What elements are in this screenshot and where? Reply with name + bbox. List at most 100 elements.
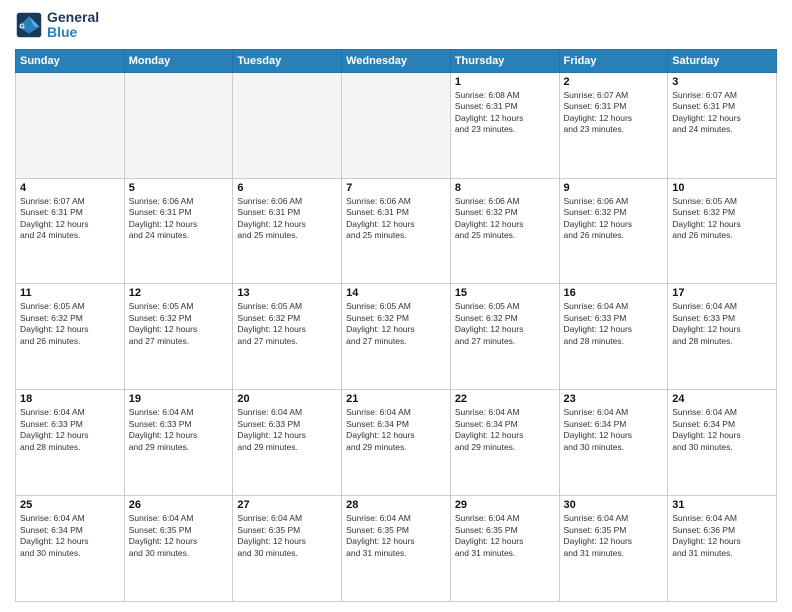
- day-number: 23: [564, 393, 664, 405]
- day-number: 9: [564, 182, 664, 194]
- col-thursday: Thursday: [450, 49, 559, 72]
- day-info: Sunrise: 6:04 AM Sunset: 6:35 PM Dayligh…: [455, 513, 555, 559]
- logo-line1: General: [47, 10, 99, 25]
- day-number: 16: [564, 287, 664, 299]
- calendar-cell: 21Sunrise: 6:04 AM Sunset: 6:34 PM Dayli…: [342, 390, 451, 496]
- calendar-cell: 13 Sunrise: 6:05 AM Sunset: 6:32 PM Dayli…: [233, 284, 342, 390]
- calendar-cell: 27 Sunrise: 6:04 AM Sunset: 6:35 PM Dayli…: [233, 496, 342, 602]
- calendar-cell: 3Sunrise: 6:07 AM Sunset: 6:31 PM Daylig…: [668, 72, 777, 178]
- day-number: 5: [129, 182, 229, 194]
- day-info: Sunrise: 6:04 AM Sunset: 6:35 PM Dayligh…: [346, 513, 446, 559]
- day-info: Sunrise: 6:05 AM Sunset: 6:32 PM Dayligh…: [672, 196, 772, 242]
- day-info: Sunrise: 6:04 AM Sunset: 6:35 PM Dayligh…: [237, 513, 337, 559]
- calendar-cell: 29 Sunrise: 6:04 AM Sunset: 6:35 PM Dayli…: [450, 496, 559, 602]
- calendar-cell: 31 Sunrise: 6:04 AM Sunset: 6:36 PM Dayli…: [668, 496, 777, 602]
- day-number: 4: [20, 182, 120, 194]
- day-number: 26: [129, 499, 229, 511]
- logo-line2: Blue: [47, 25, 99, 40]
- day-number: 13: [237, 287, 337, 299]
- day-number: 29: [455, 499, 555, 511]
- calendar-cell: 16 Sunrise: 6:04 AM Sunset: 6:33 PM Dayli…: [559, 284, 668, 390]
- calendar-cell: 23 Sunrise: 6:04 AM Sunset: 6:34 PM Dayli…: [559, 390, 668, 496]
- calendar-cell: 10 Sunrise: 6:05 AM Sunset: 6:32 PM Dayli…: [668, 178, 777, 284]
- calendar-cell: 19 Sunrise: 6:04 AM Sunset: 6:33 PM Dayli…: [124, 390, 233, 496]
- calendar-cell: [233, 72, 342, 178]
- day-info: Sunrise: 6:06 AM Sunset: 6:32 PM Dayligh…: [455, 196, 555, 242]
- calendar-cell: 14 Sunrise: 6:05 AM Sunset: 6:32 PM Dayli…: [342, 284, 451, 390]
- day-info: Sunrise: 6:04 AM Sunset: 6:33 PM Dayligh…: [672, 301, 772, 347]
- day-info: Sunrise: 6:05 AM Sunset: 6:32 PM Dayligh…: [455, 301, 555, 347]
- logo: G General Blue: [15, 10, 99, 41]
- day-info: Sunrise: 6:04 AM Sunset: 6:34 PM Dayligh…: [672, 407, 772, 453]
- day-number: 18: [20, 393, 120, 405]
- calendar-cell: 22Sunrise: 6:04 AM Sunset: 6:34 PM Dayli…: [450, 390, 559, 496]
- calendar-cell: 28Sunrise: 6:04 AM Sunset: 6:35 PM Dayli…: [342, 496, 451, 602]
- calendar-cell: 8 Sunrise: 6:06 AM Sunset: 6:32 PM Daylig…: [450, 178, 559, 284]
- day-number: 17: [672, 287, 772, 299]
- calendar-row-2: 11Sunrise: 6:05 AM Sunset: 6:32 PM Dayli…: [16, 284, 777, 390]
- col-saturday: Saturday: [668, 49, 777, 72]
- day-info: Sunrise: 6:06 AM Sunset: 6:31 PM Dayligh…: [346, 196, 446, 242]
- col-friday: Friday: [559, 49, 668, 72]
- calendar-row-3: 18 Sunrise: 6:04 AM Sunset: 6:33 PM Dayli…: [16, 390, 777, 496]
- day-number: 30: [564, 499, 664, 511]
- calendar-cell: 24 Sunrise: 6:04 AM Sunset: 6:34 PM Dayli…: [668, 390, 777, 496]
- day-number: 6: [237, 182, 337, 194]
- day-info: Sunrise: 6:04 AM Sunset: 6:35 PM Dayligh…: [564, 513, 664, 559]
- day-info: Sunrise: 6:04 AM Sunset: 6:34 PM Dayligh…: [20, 513, 120, 559]
- day-info: Sunrise: 6:05 AM Sunset: 6:32 PM Dayligh…: [346, 301, 446, 347]
- calendar-cell: 15 Sunrise: 6:05 AM Sunset: 6:32 PM Dayli…: [450, 284, 559, 390]
- day-number: 24: [672, 393, 772, 405]
- day-info: Sunrise: 6:07 AM Sunset: 6:31 PM Dayligh…: [20, 196, 120, 242]
- day-info: Sunrise: 6:04 AM Sunset: 6:33 PM Dayligh…: [564, 301, 664, 347]
- calendar-row-0: 1Sunrise: 6:08 AM Sunset: 6:31 PM Daylig…: [16, 72, 777, 178]
- day-number: 7: [346, 182, 446, 194]
- calendar-cell: 9 Sunrise: 6:06 AM Sunset: 6:32 PM Daylig…: [559, 178, 668, 284]
- col-wednesday: Wednesday: [342, 49, 451, 72]
- day-info: Sunrise: 6:04 AM Sunset: 6:33 PM Dayligh…: [129, 407, 229, 453]
- day-number: 15: [455, 287, 555, 299]
- day-number: 19: [129, 393, 229, 405]
- calendar-cell: 17 Sunrise: 6:04 AM Sunset: 6:33 PM Dayli…: [668, 284, 777, 390]
- day-number: 12: [129, 287, 229, 299]
- day-info: Sunrise: 6:07 AM Sunset: 6:31 PM Dayligh…: [564, 90, 664, 136]
- day-info: Sunrise: 6:06 AM Sunset: 6:32 PM Dayligh…: [564, 196, 664, 242]
- day-info: Sunrise: 6:05 AM Sunset: 6:32 PM Dayligh…: [20, 301, 120, 347]
- weekday-header-row: Sunday Monday Tuesday Wednesday Thursday…: [16, 49, 777, 72]
- calendar-cell: 30 Sunrise: 6:04 AM Sunset: 6:35 PM Dayli…: [559, 496, 668, 602]
- calendar-cell: 18Sunrise: 6:04 AM Sunset: 6:33 PM Dayli…: [16, 390, 125, 496]
- day-number: 20: [237, 393, 337, 405]
- svg-text:G: G: [19, 24, 25, 31]
- day-info: Sunrise: 6:08 AM Sunset: 6:31 PM Dayligh…: [455, 90, 555, 136]
- calendar-cell: 5 Sunrise: 6:06 AM Sunset: 6:31 PM Daylig…: [124, 178, 233, 284]
- day-number: 10: [672, 182, 772, 194]
- day-info: Sunrise: 6:04 AM Sunset: 6:35 PM Dayligh…: [129, 513, 229, 559]
- col-sunday: Sunday: [16, 49, 125, 72]
- calendar-row-4: 25 Sunrise: 6:04 AM Sunset: 6:34 PM Dayli…: [16, 496, 777, 602]
- header: G General Blue: [15, 10, 777, 41]
- day-info: Sunrise: 6:04 AM Sunset: 6:36 PM Dayligh…: [672, 513, 772, 559]
- day-info: Sunrise: 6:06 AM Sunset: 6:31 PM Dayligh…: [129, 196, 229, 242]
- logo-icon: G: [15, 11, 43, 39]
- calendar-cell: [16, 72, 125, 178]
- col-tuesday: Tuesday: [233, 49, 342, 72]
- calendar-cell: 6Sunrise: 6:06 AM Sunset: 6:31 PM Daylig…: [233, 178, 342, 284]
- day-number: 25: [20, 499, 120, 511]
- day-info: Sunrise: 6:04 AM Sunset: 6:34 PM Dayligh…: [455, 407, 555, 453]
- day-number: 31: [672, 499, 772, 511]
- calendar-cell: 25 Sunrise: 6:04 AM Sunset: 6:34 PM Dayli…: [16, 496, 125, 602]
- calendar-cell: [124, 72, 233, 178]
- day-info: Sunrise: 6:05 AM Sunset: 6:32 PM Dayligh…: [237, 301, 337, 347]
- day-number: 27: [237, 499, 337, 511]
- calendar-cell: 26 Sunrise: 6:04 AM Sunset: 6:35 PM Dayli…: [124, 496, 233, 602]
- calendar-row-1: 4 Sunrise: 6:07 AM Sunset: 6:31 PM Daylig…: [16, 178, 777, 284]
- day-info: Sunrise: 6:05 AM Sunset: 6:32 PM Dayligh…: [129, 301, 229, 347]
- calendar-cell: 7 Sunrise: 6:06 AM Sunset: 6:31 PM Daylig…: [342, 178, 451, 284]
- calendar-cell: 1Sunrise: 6:08 AM Sunset: 6:31 PM Daylig…: [450, 72, 559, 178]
- day-number: 14: [346, 287, 446, 299]
- day-info: Sunrise: 6:04 AM Sunset: 6:34 PM Dayligh…: [564, 407, 664, 453]
- day-info: Sunrise: 6:07 AM Sunset: 6:31 PM Dayligh…: [672, 90, 772, 136]
- calendar-cell: 12 Sunrise: 6:05 AM Sunset: 6:32 PM Dayli…: [124, 284, 233, 390]
- day-number: 8: [455, 182, 555, 194]
- day-number: 21: [346, 393, 446, 405]
